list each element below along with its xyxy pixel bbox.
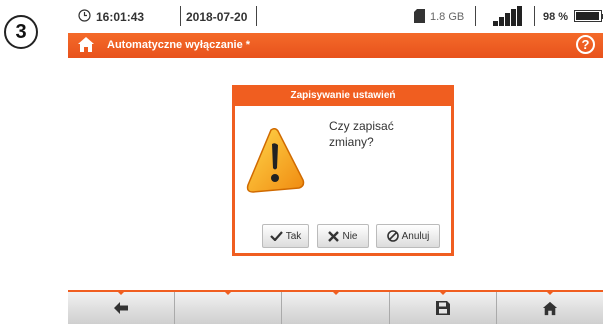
dialog-title: Zapisywanie ustawień bbox=[235, 88, 451, 106]
toolbar-button-empty[interactable] bbox=[282, 290, 390, 324]
help-icon[interactable]: ? bbox=[576, 35, 595, 54]
cancel-icon bbox=[386, 230, 399, 242]
no-button[interactable]: Nie bbox=[317, 224, 369, 248]
step-number-badge: 3 bbox=[4, 15, 38, 49]
divider bbox=[180, 6, 181, 26]
dialog-message: Czy zapisać zmiany? bbox=[329, 119, 394, 149]
title-bar: Automatyczne wyłączanie * ? bbox=[68, 33, 603, 58]
back-arrow-icon bbox=[114, 302, 129, 314]
page-title: Automatyczne wyłączanie * bbox=[107, 39, 251, 51]
checkmark-icon bbox=[269, 231, 283, 241]
cancel-button-label: Anuluj bbox=[401, 230, 430, 242]
warning-icon bbox=[246, 128, 305, 193]
yes-button[interactable]: Tak bbox=[262, 224, 309, 248]
signal-strength-icon bbox=[493, 6, 523, 26]
divider bbox=[534, 6, 535, 26]
battery-percent: 98 % bbox=[543, 11, 569, 23]
toolbar-button-empty[interactable] bbox=[175, 290, 283, 324]
cancel-button[interactable]: Anuluj bbox=[376, 224, 440, 248]
close-icon bbox=[328, 230, 340, 242]
divider bbox=[475, 6, 476, 26]
status-bar: 16:01:43 2018-07-20 1.8 GB 98 % bbox=[68, 0, 603, 33]
save-button[interactable] bbox=[390, 290, 497, 324]
save-settings-dialog: Zapisywanie ustawień Czy zapisać zmiany?… bbox=[232, 85, 454, 256]
yes-button-label: Tak bbox=[285, 230, 302, 242]
divider bbox=[256, 6, 257, 26]
battery-icon bbox=[574, 10, 603, 22]
home-icon bbox=[542, 301, 557, 315]
status-time: 16:01:43 bbox=[96, 10, 145, 24]
back-button[interactable] bbox=[68, 290, 176, 324]
storage-value: 1.8 GB bbox=[430, 11, 465, 23]
no-button-label: Nie bbox=[342, 230, 358, 242]
home-icon[interactable] bbox=[77, 36, 95, 53]
home-button[interactable] bbox=[497, 290, 603, 324]
sd-card-icon bbox=[414, 9, 425, 23]
bottom-toolbar bbox=[68, 290, 603, 324]
clock-icon bbox=[78, 9, 91, 22]
status-date: 2018-07-20 bbox=[186, 10, 248, 24]
save-icon bbox=[435, 301, 450, 315]
